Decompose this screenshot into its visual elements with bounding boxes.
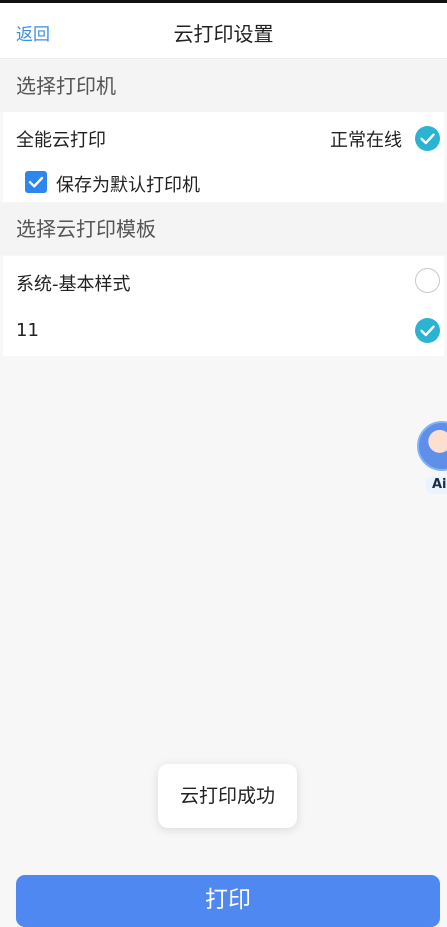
ai-assistant-avatar-icon[interactable] [417, 421, 447, 471]
template-section-title: 选择云打印模板 [0, 203, 447, 255]
page-title: 云打印设置 [173, 22, 274, 46]
template-selected-check-icon[interactable] [415, 318, 440, 343]
unselected-radio-icon[interactable] [415, 268, 440, 293]
template-list: 系统-基本样式 11 [3, 256, 444, 356]
template-name: 11 [16, 320, 39, 341]
default-printer-checkbox[interactable] [25, 171, 47, 193]
template-name: 系统-基本样式 [16, 274, 131, 295]
default-printer-label: 保存为默认打印机 [56, 175, 200, 196]
printer-section-title: 选择打印机 [0, 60, 447, 112]
template-item[interactable]: 系统-基本样式 [3, 256, 444, 306]
printer-status: 正常在线 [330, 130, 402, 151]
printer-selected-check-icon[interactable] [415, 126, 440, 151]
success-toast: 云打印成功 [158, 764, 297, 828]
printer-name: 全能云打印 [16, 130, 106, 151]
template-item[interactable]: 11 [3, 306, 444, 356]
ai-assistant-tag[interactable]: Ai [425, 476, 447, 494]
navigation-bar: 返回 云打印设置 [0, 3, 447, 59]
print-button[interactable]: 打印 [16, 875, 440, 927]
printer-row[interactable]: 全能云打印 正常在线 保存为默认打印机 [3, 112, 444, 202]
